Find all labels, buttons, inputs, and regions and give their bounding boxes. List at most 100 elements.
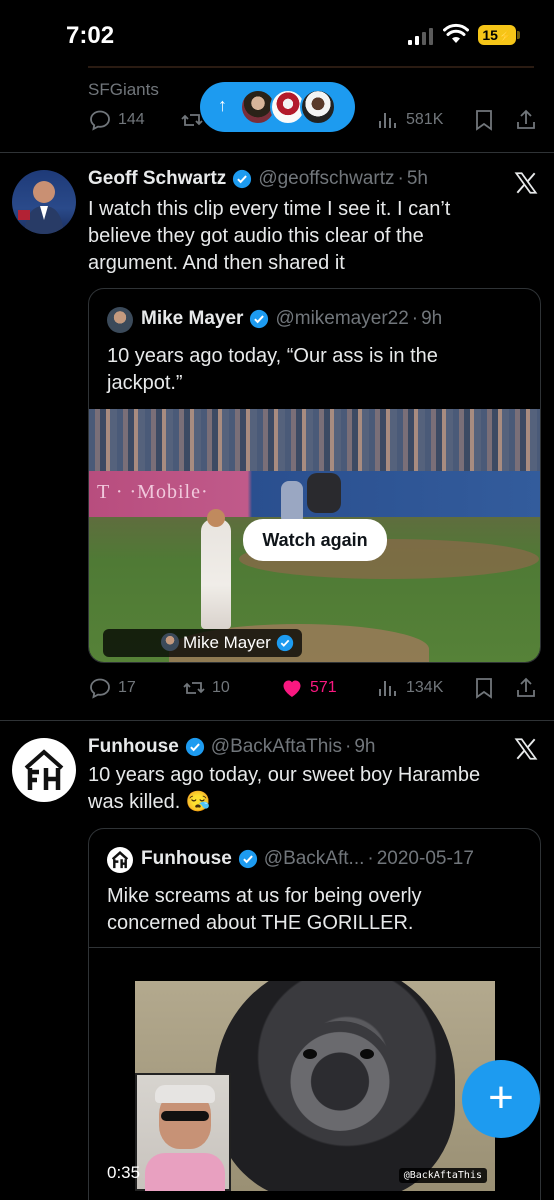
status-time: 7:02: [66, 22, 115, 49]
tweet1-name[interactable]: Geoff Schwartz: [88, 168, 226, 190]
quote1-handle: @mikemayer22: [275, 308, 409, 329]
prev-share-button[interactable]: [514, 108, 538, 132]
wifi-icon: [443, 23, 469, 43]
quote1-text-line: jackpot.”: [107, 372, 183, 394]
views-icon: [379, 681, 396, 696]
announcer-hair: [155, 1085, 215, 1103]
video-credit[interactable]: Mike Mayer: [103, 629, 302, 657]
pitcher-figure: [201, 519, 231, 629]
gorilla-face: [285, 1021, 395, 1131]
battery-icon: 15⚡: [478, 25, 520, 45]
tweet-divider: [0, 720, 554, 721]
views-icon: [379, 113, 396, 128]
video-duration: 0:35: [107, 1163, 141, 1182]
quote2-avatar: [107, 847, 133, 873]
tweet1-avatar[interactable]: [12, 170, 76, 234]
verified-badge-icon: [233, 169, 252, 189]
tweet2-text-line: 10 years ago today, our sweet boy Haramb…: [88, 764, 481, 786]
verified-badge-icon: [238, 849, 257, 869]
tweet1-views-button[interactable]: 134K: [376, 676, 443, 700]
quote1-text-line: 10 years ago today, “Our ass is in the: [107, 345, 438, 367]
inset-video: [135, 1073, 231, 1191]
quote2-video[interactable]: @BackAftaThis: [135, 981, 495, 1191]
tweet2-time: 9h: [354, 736, 376, 757]
tweet1-text-line: I watch this clip every time I see it. I…: [88, 198, 451, 220]
tweet1-quote-card[interactable]: Mike Mayer @mikemayer22 · 9h 10 years ag…: [88, 288, 541, 663]
credit-avatar: [161, 633, 179, 651]
tweet1-share-button[interactable]: [514, 676, 538, 700]
tweet2-name[interactable]: Funhouse: [88, 736, 179, 758]
tweet1-time: 5h: [406, 168, 428, 189]
credit-name: Mike Mayer: [183, 633, 271, 652]
x-logo-icon[interactable]: [513, 170, 539, 196]
bookmark-icon: [476, 110, 492, 131]
cellular-signal-icon: [408, 28, 434, 45]
new-posts-pill[interactable]: ↑: [200, 82, 355, 132]
funhouse-logo-icon: [24, 749, 64, 790]
like-count: 571: [310, 679, 337, 696]
funhouse-logo-icon: [111, 851, 129, 869]
gorilla-eye: [360, 1049, 374, 1059]
quote2-text-line: concerned about THE GORILLER.: [107, 912, 414, 934]
quote2-header: Funhouse @BackAft... · 2020-05-17: [141, 848, 474, 870]
watch-again-button[interactable]: Watch again: [243, 519, 387, 561]
repost-icon: [183, 682, 205, 694]
sunglasses: [161, 1111, 209, 1121]
views-count: 134K: [406, 679, 444, 696]
ad-board-text: T · ·Mobile·: [97, 481, 209, 503]
x-logo-icon[interactable]: [513, 736, 539, 762]
quote2-time: 2020-05-17: [376, 848, 474, 869]
quote1-header: Mike Mayer @mikemayer22 · 9h: [141, 308, 442, 330]
tweet1-handle[interactable]: @geoffschwartz: [258, 168, 394, 190]
separator-dot: ·: [367, 848, 374, 869]
stadium-crowd: [89, 409, 540, 471]
views-count: 581K: [406, 111, 444, 128]
prev-views-button[interactable]: 581K: [376, 108, 443, 132]
reply-icon: [90, 110, 110, 131]
separator-dot: ·: [345, 736, 352, 757]
quote1-text: 10 years ago today, “Our ass is in the j…: [107, 343, 527, 397]
tweet1-header: Geoff Schwartz @geoffschwartz · 5h: [88, 168, 428, 190]
bookmark-icon: [476, 678, 492, 699]
prev-bookmark-button[interactable]: [472, 108, 496, 132]
tweet1-like-button[interactable]: 571: [280, 676, 337, 700]
pill-avatar-3: [300, 89, 336, 125]
tweet2-quote-card[interactable]: Funhouse @BackAft... · 2020-05-17 Mike s…: [88, 828, 541, 1200]
video-watermark: @BackAftaThis: [398, 1168, 487, 1183]
tweet1-text-line: argument. And then shared it: [88, 252, 345, 274]
quote1-avatar: [107, 307, 133, 333]
tweet2-header: Funhouse @BackAftaThis · 9h: [88, 736, 375, 758]
heart-filled-icon: [283, 680, 301, 697]
umpire-figure: [307, 473, 341, 513]
tweet2-avatar[interactable]: [12, 738, 76, 802]
share-icon: [517, 677, 535, 697]
repost-count: 10: [212, 679, 230, 696]
verified-badge-icon: [185, 737, 204, 757]
person-avatar-graphic: [18, 181, 64, 234]
previous-media-edge: [88, 66, 534, 68]
compose-fab-button[interactable]: +: [462, 1060, 540, 1138]
share-icon: [517, 109, 535, 129]
announcer-shirt: [145, 1153, 225, 1191]
quote1-name: Mike Mayer: [141, 308, 244, 329]
quote2-media-divider: [89, 947, 540, 948]
tweet2-text-line: was killed. 😪: [88, 791, 211, 813]
tweet1-repost-button[interactable]: 10: [182, 676, 230, 700]
tweet1-reply-button[interactable]: 17: [88, 676, 136, 700]
prev-reply-button[interactable]: 144: [88, 108, 145, 132]
verified-badge-icon: [276, 634, 294, 652]
verified-badge-icon: [250, 309, 269, 329]
prev-tweet-username[interactable]: SFGiants: [88, 80, 159, 100]
separator-dot: ·: [411, 308, 419, 329]
tweet1-bookmark-button[interactable]: [472, 676, 496, 700]
reply-icon: [90, 678, 110, 699]
tweet2-handle[interactable]: @BackAftaThis: [211, 736, 342, 758]
quote2-text: Mike screams at us for being overly conc…: [107, 883, 527, 937]
quote2-text-line: Mike screams at us for being overly: [107, 885, 422, 907]
arrow-up-icon: ↑: [218, 95, 227, 115]
reply-count: 144: [118, 111, 145, 128]
battery-level: 15: [482, 27, 498, 43]
quote2-handle: @BackAft...: [263, 848, 365, 869]
tweet1-text-line: believe they got audio this clear of the: [88, 225, 424, 247]
quote1-video[interactable]: T · ·Mobile· Watch again Mike Mayer: [89, 409, 540, 662]
